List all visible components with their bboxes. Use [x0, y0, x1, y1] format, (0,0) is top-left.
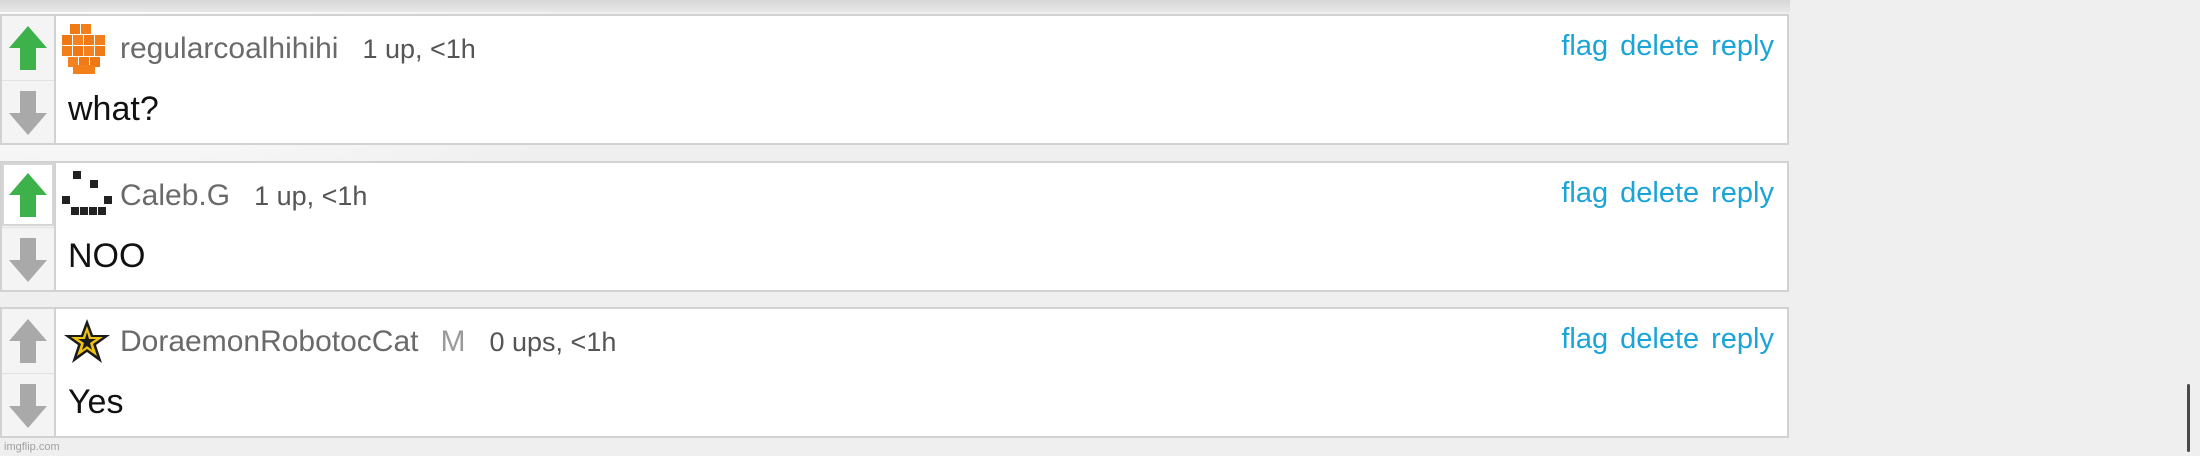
username[interactable]: Caleb.G: [120, 179, 230, 213]
comment-header: DoraemonRobotocCat M 0 ups, <1h: [62, 315, 616, 369]
upvote-button[interactable]: [2, 309, 54, 372]
delete-link[interactable]: delete: [1620, 177, 1699, 210]
vote-column: [2, 16, 56, 143]
vote-column: [2, 309, 56, 436]
vote-column: [2, 163, 56, 290]
comment-actions: flag delete reply: [1561, 177, 1774, 210]
top-edge: [0, 0, 1790, 12]
comment-text: what?: [68, 90, 159, 128]
comment: DoraemonRobotocCat M 0 ups, <1h flag del…: [0, 307, 1789, 438]
pixel-smiley-avatar-icon[interactable]: [62, 171, 112, 221]
up-arrow-icon: [9, 25, 47, 70]
flag-link[interactable]: flag: [1561, 177, 1608, 210]
username[interactable]: regularcoalhihihi: [120, 32, 338, 66]
comment-text: NOO: [68, 237, 146, 275]
up-arrow-icon: [9, 172, 47, 217]
comment-text: Yes: [68, 383, 124, 421]
reply-link[interactable]: reply: [1711, 30, 1774, 63]
comment-actions: flag delete reply: [1561, 323, 1774, 356]
orange-blocks-avatar-icon[interactable]: [62, 24, 112, 74]
watermark: imgflip.com: [4, 441, 60, 453]
upvote-button[interactable]: [2, 163, 54, 226]
downvote-button[interactable]: [2, 80, 54, 144]
vote-count-and-time: 0 ups, <1h: [489, 326, 617, 357]
down-arrow-icon: [9, 90, 47, 135]
gold-star-avatar-icon[interactable]: [62, 317, 112, 367]
comment: Caleb.G 1 up, <1h flag delete reply NOO: [0, 161, 1789, 292]
down-arrow-icon: [9, 383, 47, 428]
down-arrow-icon: [9, 237, 47, 282]
delete-link[interactable]: delete: [1620, 30, 1699, 63]
flag-link[interactable]: flag: [1561, 323, 1608, 356]
comment: regularcoalhihihi 1 up, <1h flag delete …: [0, 14, 1789, 145]
reply-link[interactable]: reply: [1711, 323, 1774, 356]
upvote-button[interactable]: [2, 16, 54, 79]
comment-header: Caleb.G 1 up, <1h: [62, 169, 367, 223]
downvote-button[interactable]: [2, 373, 54, 437]
flag-link[interactable]: flag: [1561, 30, 1608, 63]
delete-link[interactable]: delete: [1620, 323, 1699, 356]
scrollbar-thumb[interactable]: [2187, 384, 2190, 452]
comment-actions: flag delete reply: [1561, 30, 1774, 63]
vote-count-and-time: 1 up, <1h: [254, 180, 368, 211]
reply-link[interactable]: reply: [1711, 177, 1774, 210]
downvote-button[interactable]: [2, 227, 54, 291]
up-arrow-icon: [9, 318, 47, 363]
vote-count-and-time: 1 up, <1h: [362, 33, 476, 64]
username[interactable]: DoraemonRobotocCat: [120, 325, 419, 359]
comment-header: regularcoalhihihi 1 up, <1h: [62, 22, 476, 76]
mod-badge: M: [440, 325, 466, 358]
